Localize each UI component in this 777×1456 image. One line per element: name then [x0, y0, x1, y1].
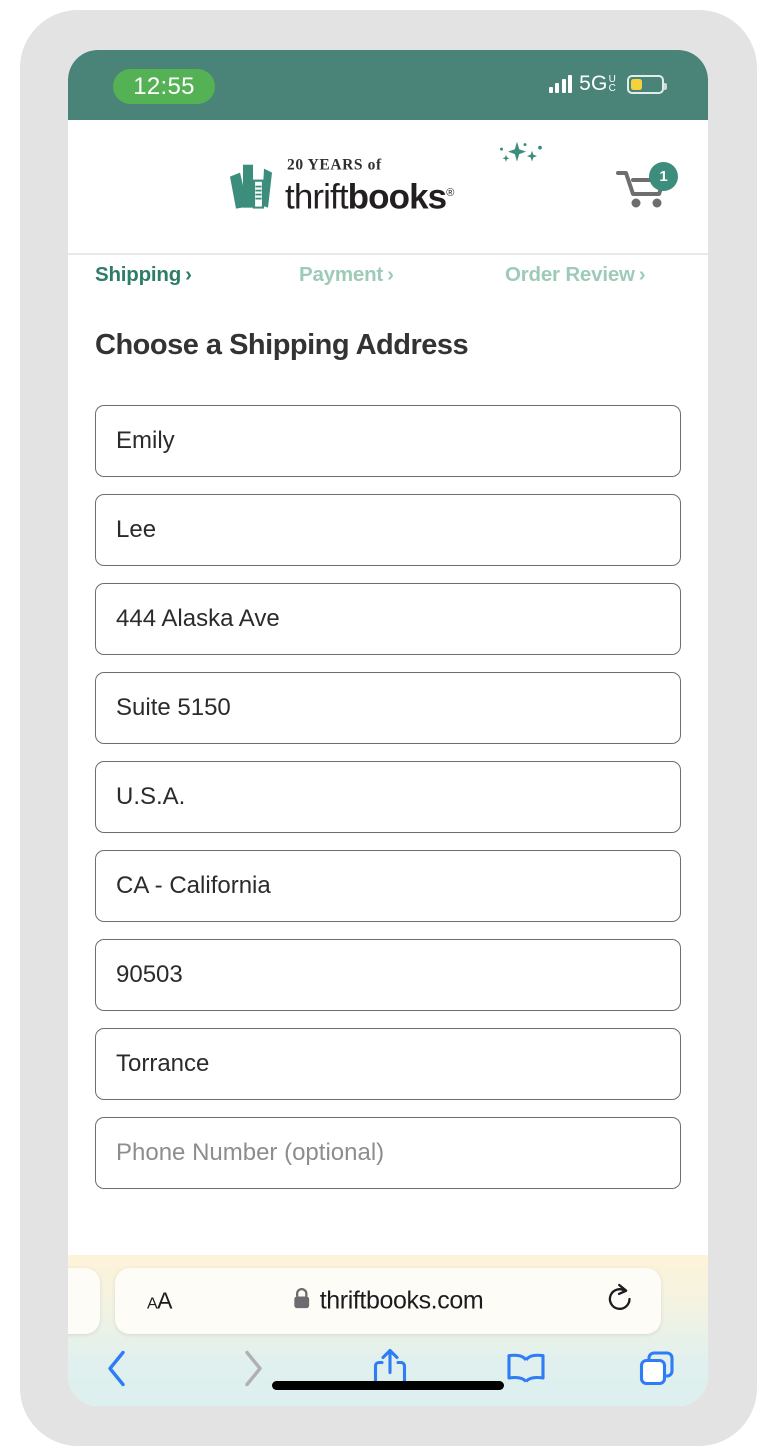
postal-code-input[interactable] [95, 939, 681, 1011]
sparkles-icon [489, 140, 545, 173]
text-size-large-a: A [157, 1287, 173, 1314]
shipping-address-form [95, 405, 681, 1206]
phone-frame: 12:55 5G U C 20 YEARS of thriftbooks® 1 … [20, 10, 757, 1446]
battery-icon [627, 74, 667, 94]
url-display: thriftbooks.com [293, 1287, 484, 1316]
chevron-right-icon: › [638, 263, 646, 286]
status-bar: 12:55 5G U C [68, 50, 708, 120]
street-address-input[interactable] [95, 583, 681, 655]
first-name-input[interactable] [95, 405, 681, 477]
address-line-2-input[interactable] [95, 672, 681, 744]
step-shipping-label: Shipping [95, 263, 182, 286]
status-time: 12:55 [113, 69, 215, 104]
last-name-input[interactable] [95, 494, 681, 566]
city-input[interactable] [95, 1028, 681, 1100]
logo-tagline: 20 YEARS of [287, 156, 382, 174]
shopping-cart-icon [616, 171, 672, 214]
network-type-text: 5G [579, 72, 608, 95]
logo-brand-books: books [347, 177, 447, 217]
url-text: thriftbooks.com [319, 1286, 484, 1315]
status-indicators: 5G U C [548, 72, 667, 96]
thriftbooks-logo[interactable]: 20 YEARS of thriftbooks® [228, 141, 548, 217]
chevron-right-icon: › [387, 263, 394, 286]
address-bar[interactable]: AA thriftbooks.com [115, 1268, 661, 1334]
step-order-review[interactable]: Order Review › [505, 263, 646, 287]
network-subscript: U C [608, 73, 616, 94]
back-button[interactable] [104, 1349, 130, 1394]
previous-tab-peek[interactable] [68, 1268, 100, 1334]
logo-registered-mark: ® [446, 187, 454, 200]
state-input[interactable] [95, 850, 681, 922]
phone-number-input[interactable] [95, 1117, 681, 1189]
page-content: Shipping › Payment › Order Review › Choose … [68, 255, 708, 1255]
cart-count-badge: 1 [649, 162, 678, 191]
cart-button[interactable]: 1 [616, 162, 678, 214]
stacked-books-icon [228, 159, 274, 214]
battery-cap [664, 82, 667, 90]
page-title: Choose a Shipping Address [95, 329, 469, 361]
lock-icon [293, 1288, 311, 1315]
signal-bars-icon [548, 75, 573, 93]
text-size-small-a: A [147, 1295, 158, 1313]
bookmarks-button[interactable] [505, 1352, 547, 1391]
logo-brand-thrift: thrift [285, 177, 349, 217]
country-input[interactable] [95, 761, 681, 833]
home-indicator [272, 1381, 504, 1390]
tabs-button[interactable] [638, 1350, 676, 1393]
logo-wordmark: 20 YEARS of thriftbooks® [285, 141, 548, 217]
browser-chrome: AA thriftbooks.com [68, 1255, 708, 1406]
step-order-review-label: Order Review [505, 263, 635, 286]
phone-screen: 12:55 5G U C 20 YEARS of thriftbooks® 1 … [68, 50, 708, 1406]
step-payment-label: Payment [299, 263, 384, 286]
step-shipping[interactable]: Shipping › [95, 263, 192, 287]
site-header: 20 YEARS of thriftbooks® 1 [68, 120, 708, 255]
battery-fill [631, 78, 642, 90]
logo-brand-name: thriftbooks® [285, 177, 454, 217]
forward-button[interactable] [240, 1349, 266, 1394]
reload-icon[interactable] [605, 1283, 635, 1320]
text-size-button[interactable]: AA [147, 1287, 173, 1314]
step-payment[interactable]: Payment › [299, 263, 394, 287]
chevron-right-icon: › [185, 263, 192, 286]
network-type-label: 5G U C [579, 72, 616, 96]
